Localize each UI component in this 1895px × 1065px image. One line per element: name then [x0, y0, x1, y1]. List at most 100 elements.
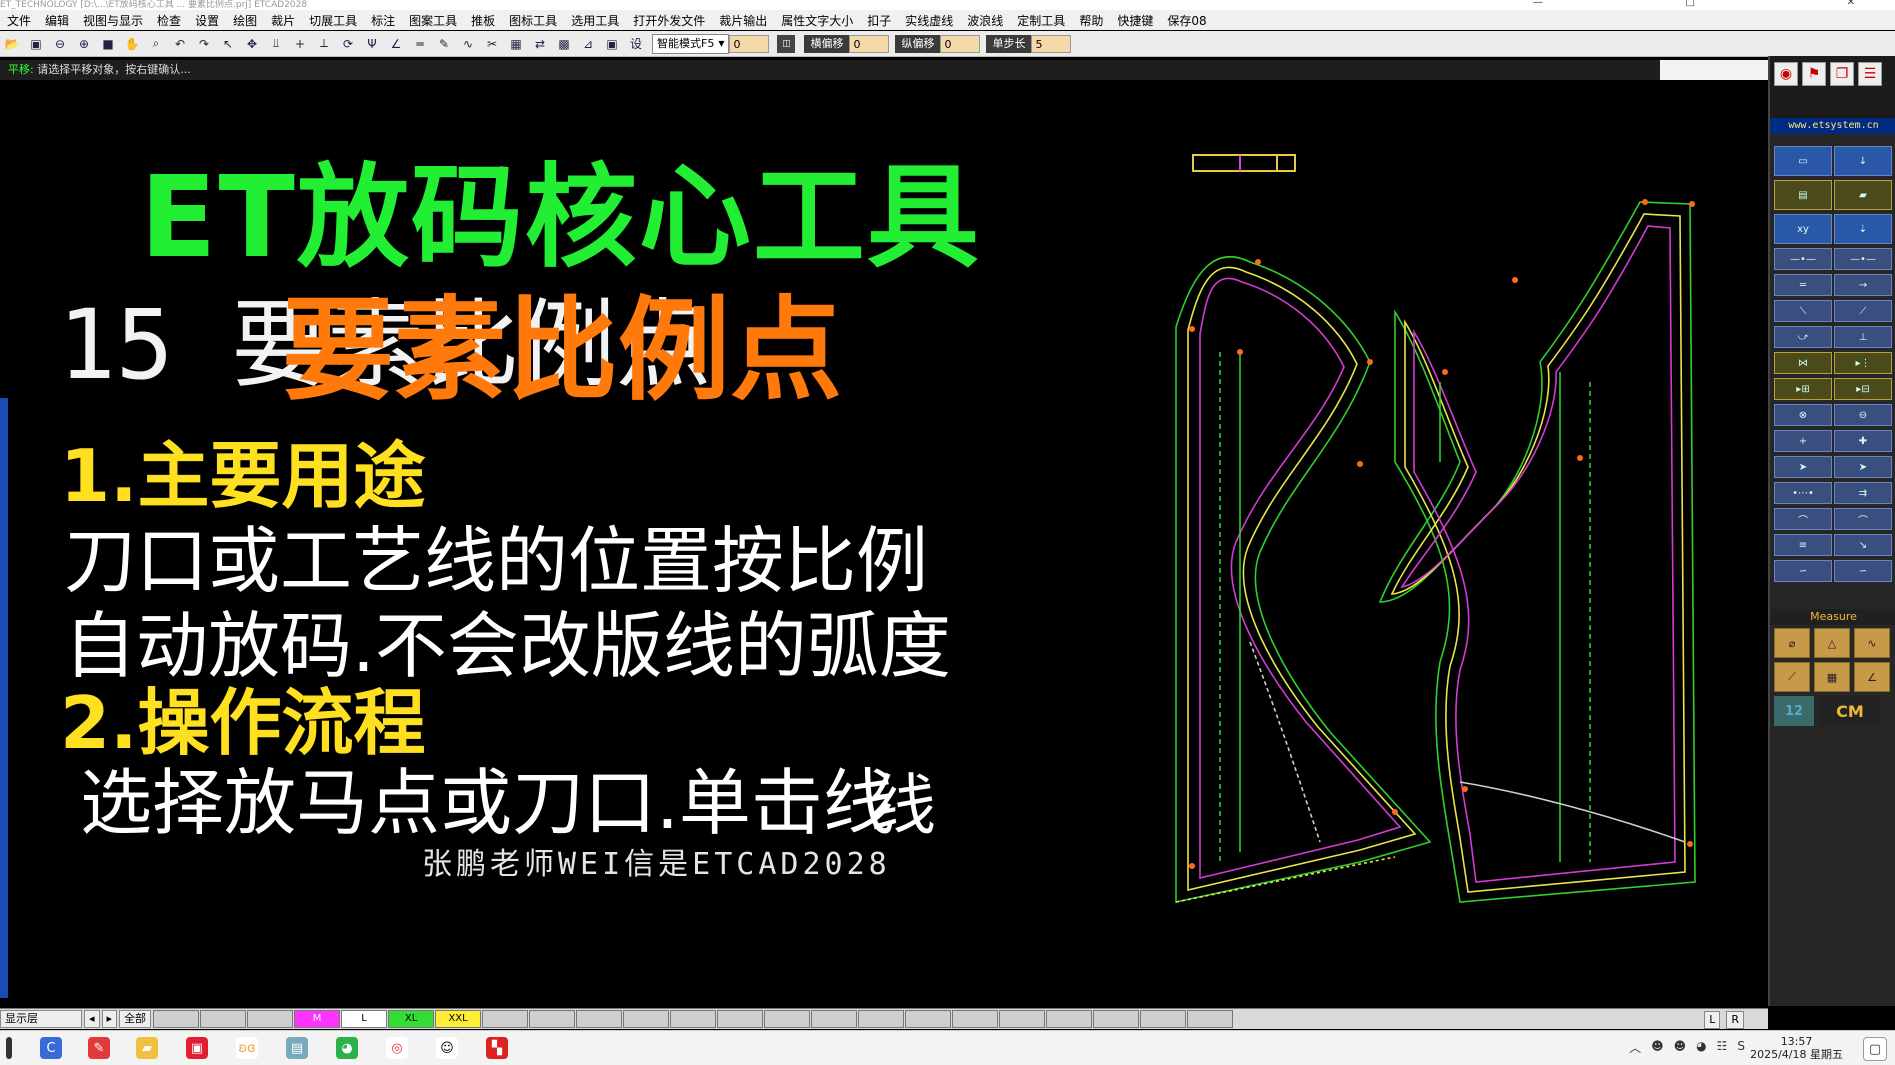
redo-icon[interactable]: ↷	[195, 35, 213, 53]
line-tool-3[interactable]: ═	[1774, 274, 1832, 296]
line-tool-7[interactable]: ⤻	[1774, 326, 1832, 348]
notification-icon[interactable]: ▢	[1863, 1037, 1887, 1061]
wechat-tray-icon[interactable]: ◕	[1696, 1039, 1706, 1056]
list-icon[interactable]: ☰	[1858, 62, 1882, 86]
measure-angle-icon[interactable]: ∠	[1854, 662, 1890, 692]
curve-tool-2[interactable]: ⌒	[1834, 508, 1892, 530]
all-layers-button[interactable]: 全部	[119, 1010, 152, 1028]
scroll-left-icon[interactable]: ◂	[84, 1010, 100, 1028]
curve-tool-6[interactable]: ∽	[1834, 560, 1892, 582]
video-app-icon[interactable]: ▣	[186, 1037, 208, 1059]
undo-icon[interactable]: ↶	[171, 35, 189, 53]
cross-icon[interactable]: +	[291, 35, 309, 53]
minimize-icon[interactable]: —	[1533, 0, 1543, 8]
transfer-icon[interactable]: ⇄	[531, 35, 549, 53]
notch-tool-1[interactable]: ⋈	[1774, 352, 1832, 374]
menu-selection-tools[interactable]: 选用工具	[564, 12, 626, 29]
user2-icon[interactable]: ☻	[1674, 1039, 1687, 1056]
image-icon[interactable]: ▣	[603, 35, 621, 53]
move-icon[interactable]: ✥	[243, 35, 261, 53]
align-icon[interactable]: ⫫	[267, 35, 285, 53]
open-file-icon[interactable]: 📂	[3, 35, 21, 53]
menu-open-external[interactable]: 打开外发文件	[626, 12, 712, 29]
point-tool-5[interactable]: ➤	[1774, 456, 1832, 478]
layer-cell[interactable]	[1140, 1010, 1187, 1028]
line-tool-1[interactable]: —•—	[1774, 248, 1832, 270]
step-input[interactable]: 5	[1031, 34, 1072, 53]
menu-solid-dashed[interactable]: 实线虚线	[898, 12, 960, 29]
pin-tool[interactable]: ⇣	[1834, 214, 1892, 244]
layer-cell[interactable]	[999, 1010, 1046, 1028]
curve-tool-4[interactable]: ↘	[1834, 534, 1892, 556]
menu-piece-output[interactable]: 裁片输出	[712, 12, 774, 29]
menu-shortcuts[interactable]: 快捷键	[1110, 12, 1160, 29]
line-tool-4[interactable]: →	[1834, 274, 1892, 296]
layer-cell[interactable]	[247, 1010, 294, 1028]
size-l[interactable]: L	[341, 1010, 388, 1028]
flag-icon[interactable]: ⚑	[1802, 62, 1826, 86]
etcad-icon[interactable]: ▚	[486, 1037, 508, 1059]
user-icon[interactable]: ☻	[1651, 1039, 1664, 1056]
menu-edit[interactable]: 编辑	[38, 12, 76, 29]
layer-cell[interactable]	[482, 1010, 529, 1028]
down-arrow-tool[interactable]: ↓	[1834, 146, 1892, 176]
layer-cell[interactable]	[200, 1010, 247, 1028]
menu-pieces[interactable]: 裁片	[264, 12, 302, 29]
point-tool-2[interactable]: ⊖	[1834, 404, 1892, 426]
layer-cell[interactable]	[952, 1010, 999, 1028]
start-edge[interactable]	[6, 1037, 12, 1059]
mode-select[interactable]: 智能模式F5 ▼	[652, 33, 730, 54]
curve-tool-3[interactable]: ≡	[1774, 534, 1832, 556]
fit-screen-icon[interactable]: ■	[99, 35, 117, 53]
unit-cm[interactable]: CM	[1820, 696, 1880, 726]
curve-icon[interactable]: ∿	[459, 35, 477, 53]
prompt-input[interactable]	[1660, 60, 1768, 80]
rect-tool[interactable]: ▭	[1774, 146, 1832, 176]
menu-icon-tools[interactable]: 图标工具	[502, 12, 564, 29]
measure-curve-icon[interactable]: ∿	[1854, 628, 1890, 658]
app-c-icon[interactable]: C	[40, 1037, 62, 1059]
size-xl[interactable]: XL	[388, 1010, 435, 1028]
point-tool-7[interactable]: •⋯•	[1774, 482, 1832, 504]
folder-tool[interactable]: ▰	[1834, 180, 1892, 210]
notch-icon[interactable]: ⊿	[579, 35, 597, 53]
menu-slash-spread[interactable]: 切展工具	[302, 12, 364, 29]
curve-tool-1[interactable]: ⌒	[1774, 508, 1832, 530]
chrome-icon[interactable]: ◎	[386, 1037, 408, 1059]
folder-icon[interactable]: ▰	[136, 1037, 158, 1059]
layer-cell[interactable]	[623, 1010, 670, 1028]
qq-icon[interactable]: ☺	[436, 1037, 458, 1059]
settings-text-icon[interactable]: 设	[627, 35, 645, 53]
maximize-icon[interactable]: □	[1686, 0, 1695, 8]
parallel-icon[interactable]: ═	[411, 35, 429, 53]
angle-icon[interactable]: ∠	[387, 35, 405, 53]
rotate-icon[interactable]: ⟳	[339, 35, 357, 53]
close-icon[interactable]: ✕	[1847, 0, 1855, 8]
lock-icon[interactable]: ◫	[777, 34, 796, 53]
menu-pattern-tools[interactable]: 图案工具	[402, 12, 464, 29]
scroll-right-icon[interactable]: ▸	[101, 1010, 118, 1028]
notch-tool-2[interactable]: ▸⋮	[1834, 352, 1892, 374]
layer-cell[interactable]	[576, 1010, 623, 1028]
size-xxl[interactable]: XXL	[435, 1010, 482, 1028]
right-side-button[interactable]: R	[1726, 1011, 1744, 1029]
measure-length-icon[interactable]: ⌀	[1774, 628, 1810, 658]
table-tool[interactable]: ▤	[1774, 180, 1832, 210]
select-arrow-icon[interactable]: ↖	[219, 35, 237, 53]
ime-icon[interactable]: S	[1737, 1039, 1745, 1056]
menu-file[interactable]: 文件	[0, 12, 38, 29]
notch-tool-4[interactable]: ▸⊟	[1834, 378, 1892, 400]
zoom-out-icon[interactable]: ⊖	[51, 35, 69, 53]
point-tool-3[interactable]: +	[1774, 430, 1832, 452]
scissors-icon[interactable]: ✂	[483, 35, 501, 53]
layer-cell[interactable]	[670, 1010, 717, 1028]
xy-tool[interactable]: xy	[1774, 214, 1832, 244]
pen-icon[interactable]: ✎	[435, 35, 453, 53]
line-tool-8[interactable]: ⊥	[1834, 326, 1892, 348]
menu-save08[interactable]: 保存08	[1160, 12, 1213, 29]
wechat-icon[interactable]: ◕	[336, 1037, 358, 1059]
menu-view[interactable]: 视图与显示	[76, 12, 150, 29]
book-icon[interactable]: ▤	[286, 1037, 308, 1059]
zoom-in-icon[interactable]: ⊕	[75, 35, 93, 53]
menu-help[interactable]: 帮助	[1072, 12, 1110, 29]
